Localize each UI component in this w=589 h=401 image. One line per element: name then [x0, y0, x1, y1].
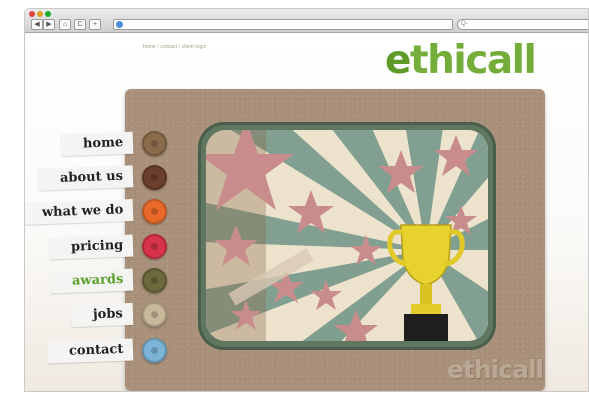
browser-toolbar: ◀ ▶ ⌂ C + Q-	[25, 9, 588, 33]
button-icon	[142, 268, 167, 293]
browser-window: ◀ ▶ ⌂ C + Q- home / contact / client log…	[24, 8, 589, 392]
nav-item-pricing[interactable]: pricing	[25, 234, 169, 260]
minimize-icon[interactable]	[37, 11, 43, 17]
tv-frame	[198, 122, 496, 350]
page-content: home / contact / client login ethicall e…	[25, 34, 588, 391]
nav-label: contact	[46, 338, 134, 364]
button-icon	[142, 338, 167, 363]
tv-screen	[206, 130, 488, 341]
add-bookmark-button[interactable]: +	[89, 19, 101, 30]
cardboard-panel: ethicall	[125, 89, 545, 391]
nav-item-home[interactable]: home	[25, 131, 169, 157]
nav-item-contact[interactable]: contact	[25, 338, 169, 364]
button-icon	[142, 131, 167, 156]
forward-button[interactable]: ▶	[43, 19, 55, 30]
close-icon[interactable]	[29, 11, 35, 17]
back-button[interactable]: ◀	[31, 19, 43, 30]
nav-item-what-we-do[interactable]: what we do	[25, 199, 169, 225]
nav-label: about us	[37, 165, 134, 191]
nav-label: what we do	[25, 199, 134, 225]
nav-item-jobs[interactable]: jobs	[25, 302, 169, 328]
watermark-logo: ethicall	[447, 355, 544, 384]
nav-label: awards	[49, 268, 134, 294]
reload-button[interactable]: C	[74, 19, 86, 30]
button-icon	[142, 234, 167, 259]
button-icon	[142, 199, 167, 224]
button-icon	[142, 302, 167, 327]
nav-item-awards[interactable]: awards	[25, 268, 169, 294]
nav-label: home	[60, 131, 134, 157]
logo-rest: thicall	[409, 38, 537, 83]
nav-label: pricing	[48, 234, 134, 260]
trophy-with-stars-icon	[206, 130, 488, 341]
nav-item-about-us[interactable]: about us	[25, 165, 169, 191]
globe-icon	[116, 21, 123, 28]
top-links[interactable]: home / contact / client login	[143, 44, 207, 50]
home-button[interactable]: ⌂	[59, 19, 71, 30]
search-field[interactable]: Q-	[457, 19, 588, 30]
zoom-icon[interactable]	[45, 11, 51, 17]
site-logo[interactable]: ethicall	[385, 38, 537, 83]
address-bar[interactable]	[113, 19, 453, 30]
button-icon	[142, 165, 167, 190]
nav-label: jobs	[70, 302, 134, 328]
